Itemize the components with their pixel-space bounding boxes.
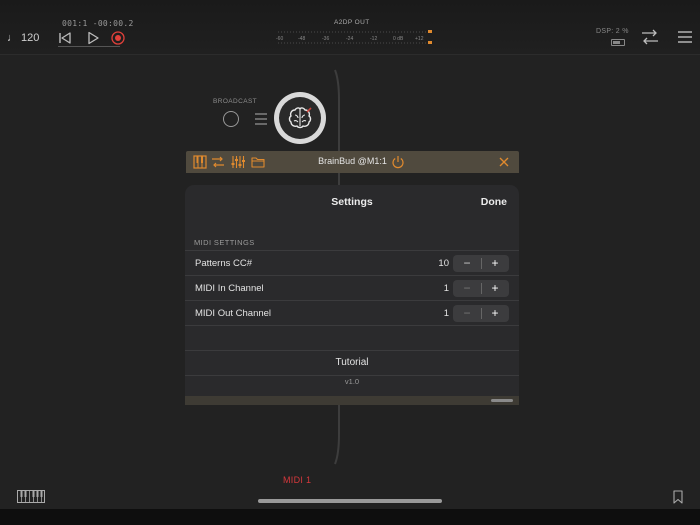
row-label: MIDI Out Channel xyxy=(195,308,272,319)
midi-out-channel-stepper: − + xyxy=(453,305,509,322)
midi-settings-section-label: MIDI SETTINGS xyxy=(194,238,255,247)
rewind-button[interactable] xyxy=(54,27,76,49)
dsp-load: DSP: 2 % xyxy=(596,28,629,35)
plugin-footer-bar xyxy=(185,396,519,405)
version-label: v1.0 xyxy=(344,377,360,386)
decrement-button[interactable]: − xyxy=(453,305,481,322)
skip-back-icon xyxy=(59,32,71,44)
main-menu-button[interactable] xyxy=(676,28,694,46)
node-menu-button[interactable] xyxy=(254,112,268,126)
done-button[interactable]: Done xyxy=(481,196,507,208)
meter-scale-label: -36 xyxy=(322,36,329,42)
play-button[interactable] xyxy=(82,27,104,49)
tutorial-button[interactable]: Tutorial xyxy=(185,357,519,368)
row-value: 1 xyxy=(443,283,449,294)
plugin-title: BrainBud @M1:1 xyxy=(318,156,387,166)
power-icon xyxy=(392,156,404,169)
routing-icon xyxy=(642,29,658,45)
increment-button[interactable]: + xyxy=(481,255,509,272)
meter-scale-label: -24 xyxy=(346,36,353,42)
plugin-host-bar: BrainBud @M1:1 xyxy=(186,151,519,173)
midi-in-channel-row: MIDI In Channel 1 − + xyxy=(185,275,519,301)
keyboard-toggle-button[interactable] xyxy=(17,490,45,503)
meter-scale-label: -12 xyxy=(370,36,377,42)
increment-button[interactable]: + xyxy=(481,280,509,297)
midi-out-channel-row: MIDI Out Channel 1 − + xyxy=(185,300,519,326)
close-plugin-button[interactable] xyxy=(497,155,511,169)
home-indicator[interactable] xyxy=(258,499,442,503)
bottom-safe-area xyxy=(0,509,700,525)
brainbud-plugin-node[interactable] xyxy=(274,92,326,144)
bookmark-button[interactable] xyxy=(672,490,684,504)
increment-button[interactable]: + xyxy=(481,305,509,322)
play-icon xyxy=(88,31,99,45)
hamburger-icon xyxy=(678,31,692,43)
record-icon xyxy=(111,31,125,45)
settings-title: Settings xyxy=(331,196,373,208)
row-value: 10 xyxy=(438,258,449,269)
row-value: 1 xyxy=(443,308,449,319)
divider xyxy=(185,375,519,376)
tempo-display[interactable]: ♩ 120 xyxy=(7,32,39,44)
top-toolbar: ♩ 120 001:1 -00:00.2 A2DP OUT -60 -48 -3… xyxy=(0,0,700,55)
plugin-icon-frame xyxy=(279,97,321,139)
decrement-button[interactable]: − xyxy=(453,280,481,297)
meter-scale-label: 0 dB xyxy=(393,36,404,42)
meter-scale-label: -48 xyxy=(298,36,305,42)
bookmark-icon xyxy=(673,490,683,504)
broadcast-toggle[interactable] xyxy=(223,111,239,127)
row-label: Patterns CC# xyxy=(195,258,253,269)
decrement-button[interactable]: − xyxy=(453,255,481,272)
patterns-cc-row: Patterns CC# 10 − + xyxy=(185,250,519,276)
brain-icon xyxy=(288,107,312,129)
divider xyxy=(185,325,519,326)
midi-in-channel-stepper: − + xyxy=(453,280,509,297)
close-icon xyxy=(499,157,509,167)
patterns-cc-stepper: − + xyxy=(453,255,509,272)
broadcast-label: BROADCAST xyxy=(213,98,258,105)
record-button[interactable] xyxy=(107,27,129,49)
resize-handle[interactable] xyxy=(491,399,513,402)
midi-output-node-label[interactable]: MIDI 1 xyxy=(283,475,311,485)
output-level-meter: -60 -48 -36 -24 -12 0 dB +12 xyxy=(276,30,432,44)
row-label: MIDI In Channel xyxy=(195,283,264,294)
routing-button[interactable] xyxy=(639,26,661,48)
plugin-bypass-button[interactable] xyxy=(391,155,405,169)
settings-sheet: Settings Done MIDI SETTINGS Patterns CC#… xyxy=(185,185,519,405)
meter-scale-label: -60 xyxy=(276,36,283,42)
piano-keyboard-icon xyxy=(17,490,45,503)
meter-scale-label: +12 xyxy=(415,36,424,42)
divider xyxy=(185,350,519,351)
output-meter-title: A2DP OUT xyxy=(334,19,370,26)
battery-icon xyxy=(611,39,625,46)
list-icon xyxy=(255,113,267,125)
